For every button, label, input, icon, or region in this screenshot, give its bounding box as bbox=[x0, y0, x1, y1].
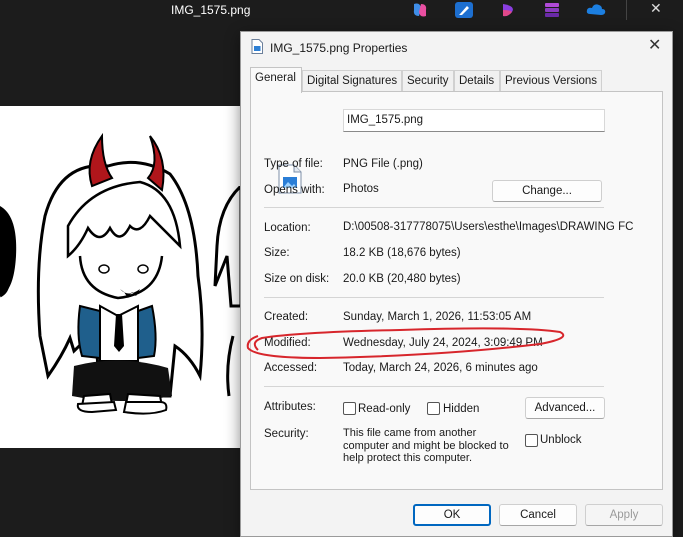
onedrive-icon[interactable] bbox=[586, 2, 606, 18]
file-icon-small bbox=[251, 39, 263, 54]
readonly-checkbox[interactable] bbox=[343, 402, 356, 415]
size-label: Size: bbox=[264, 247, 290, 259]
close-icon[interactable]: ✕ bbox=[648, 38, 661, 54]
attributes-label: Attributes: bbox=[264, 401, 316, 413]
tab-details[interactable]: Details bbox=[454, 70, 500, 92]
divider bbox=[264, 386, 604, 387]
modified-label: Modified: bbox=[264, 337, 311, 349]
opens-with-value: Photos bbox=[343, 183, 379, 195]
size-on-disk-label: Size on disk: bbox=[264, 273, 330, 285]
viewer-title: IMG_1575.png bbox=[171, 3, 251, 17]
accessed-value: Today, March 24, 2026, 6 minutes ago bbox=[343, 362, 538, 374]
unblock-label: Unblock bbox=[540, 434, 582, 446]
type-label: Type of file: bbox=[264, 158, 323, 170]
tab-security[interactable]: Security bbox=[402, 70, 454, 92]
created-value: Sunday, March 1, 2026, 11:53:05 AM bbox=[343, 311, 532, 323]
security-label: Security: bbox=[264, 428, 309, 440]
clipchamp-icon[interactable] bbox=[500, 2, 518, 18]
accessed-label: Accessed: bbox=[264, 362, 318, 374]
readonly-label: Read-only bbox=[358, 403, 411, 415]
opens-with-label: Opens with: bbox=[264, 184, 325, 196]
tab-previous-versions[interactable]: Previous Versions bbox=[500, 70, 602, 92]
size-value: 18.2 KB (18,676 bytes) bbox=[343, 247, 461, 259]
close-icon[interactable]: ✕ bbox=[650, 0, 662, 17]
advanced-button[interactable]: Advanced... bbox=[525, 397, 605, 419]
character-drawing bbox=[0, 132, 204, 415]
partial-character-drawing bbox=[213, 186, 243, 397]
type-value: PNG File (.png) bbox=[343, 158, 423, 170]
divider bbox=[264, 207, 604, 208]
general-panel: IMG_1575.png Type of file: PNG File (.pn… bbox=[250, 91, 663, 490]
edit-icon[interactable] bbox=[455, 2, 473, 18]
hidden-label: Hidden bbox=[443, 403, 480, 415]
hidden-checkbox[interactable] bbox=[427, 402, 440, 415]
tab-general[interactable]: General bbox=[250, 67, 302, 93]
divider bbox=[264, 297, 604, 298]
file-name-field[interactable]: IMG_1575.png bbox=[343, 109, 605, 132]
dialog-title: IMG_1575.png Properties bbox=[270, 41, 408, 55]
toolbar-separator bbox=[626, 0, 627, 20]
properties-dialog: IMG_1575.png Properties ✕ General Digita… bbox=[240, 31, 673, 537]
copilot-icon[interactable] bbox=[411, 2, 429, 18]
security-message: This file came from another computer and… bbox=[343, 427, 509, 464]
created-label: Created: bbox=[264, 311, 309, 323]
dialog-footer: OK Cancel Apply bbox=[241, 490, 672, 536]
ok-button[interactable]: OK bbox=[413, 504, 491, 526]
tab-digital-signatures[interactable]: Digital Signatures bbox=[302, 70, 402, 92]
location-label: Location: bbox=[264, 222, 311, 234]
location-value: D:\00508-317778075\Users\esthe\Images\DR… bbox=[343, 221, 634, 233]
image-canvas bbox=[0, 106, 248, 448]
stack-icon[interactable] bbox=[543, 2, 561, 18]
modified-value: Wednesday, July 24, 2024, 3:09:49 PM bbox=[343, 337, 543, 349]
cancel-button[interactable]: Cancel bbox=[499, 504, 577, 526]
unblock-checkbox[interactable] bbox=[525, 434, 538, 447]
size-on-disk-value: 20.0 KB (20,480 bytes) bbox=[343, 273, 461, 285]
change-button[interactable]: Change... bbox=[492, 180, 602, 202]
apply-button[interactable]: Apply bbox=[585, 504, 663, 526]
